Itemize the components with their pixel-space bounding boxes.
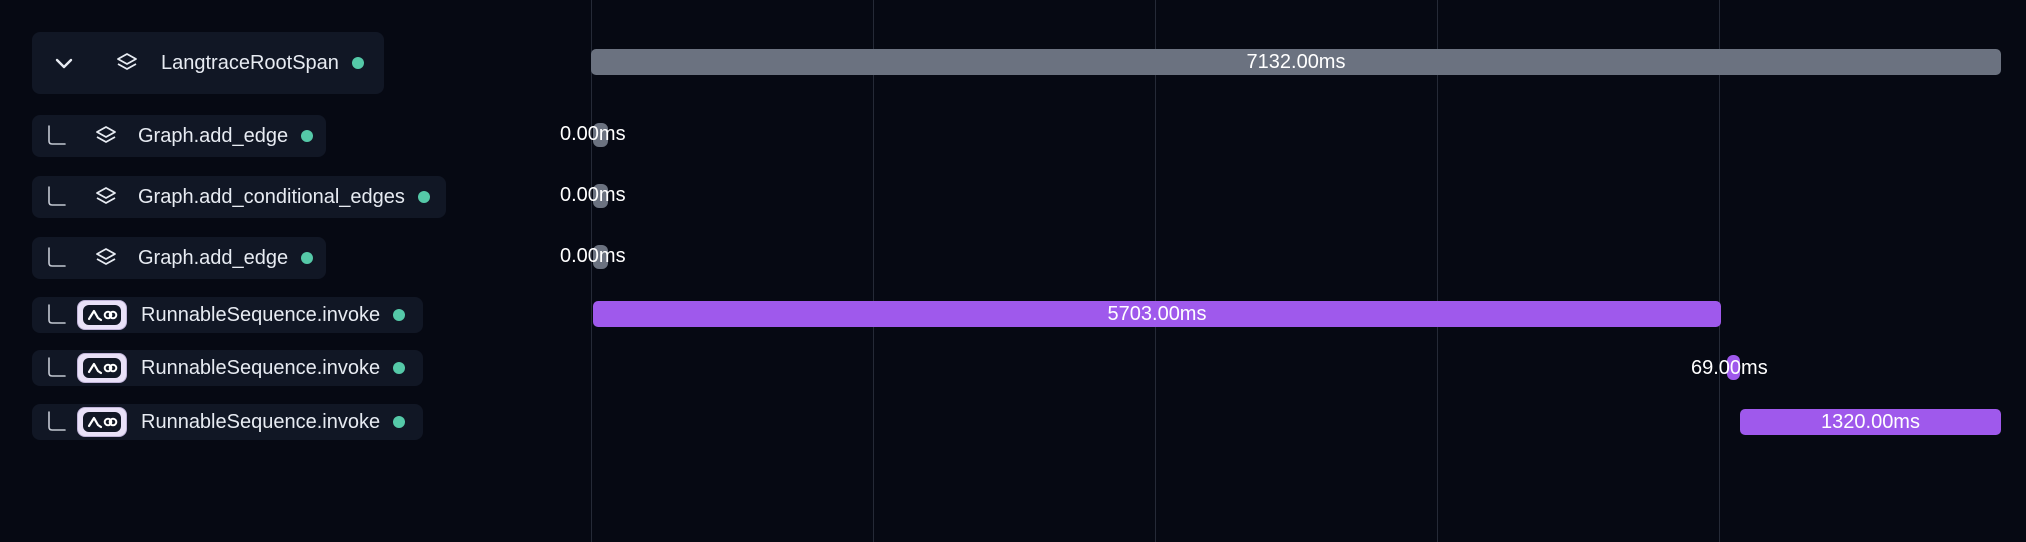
status-dot [393,362,406,374]
span-duration-label: 0.00ms [560,184,626,206]
trace-row-root: LangtraceRootSpan 7132.00ms [0,0,2026,110]
trace-row-child: RunnableSequence.invoke 1320.00ms [0,400,2026,454]
span-label-text: RunnableSequence.invoke [141,356,381,379]
span-duration-label: 69.00ms [1691,357,1768,379]
layers-icon [94,124,118,148]
span-label-runnable-sequence-invoke[interactable]: RunnableSequence.invoke [32,297,423,333]
tree-branch-icon [45,247,67,269]
span-label-graph-add-edge[interactable]: Graph.add_edge [32,115,326,157]
trace-row-child: RunnableSequence.invoke 5703.00ms [0,292,2026,350]
status-dot [417,191,430,203]
trace-timeline: LangtraceRootSpan 7132.00ms Graph.add_ed… [0,0,2026,542]
trace-row-child: Graph.add_edge 0.00ms [0,110,2026,170]
layers-icon [94,246,118,270]
langchain-icon [77,353,127,383]
span-label-runnable-sequence-invoke[interactable]: RunnableSequence.invoke [32,404,423,440]
tree-branch-icon [45,125,67,147]
tree-branch-icon [45,411,67,433]
span-label-text: Graph.add_edge [138,124,289,147]
span-label-graph-add-conditional-edges[interactable]: Graph.add_conditional_edges [32,176,446,218]
tree-branch-icon [45,304,67,326]
span-label-text: RunnableSequence.invoke [141,303,381,326]
span-duration-label: 0.00ms [560,123,626,145]
span-duration-label: 7132.00ms [1246,51,1346,73]
span-duration-label: 1320.00ms [1821,411,1920,433]
span-label-text: Graph.add_edge [138,246,289,269]
trace-row-child: Graph.add_edge 0.00ms [0,232,2026,292]
span-duration-label: 0.00ms [560,245,626,267]
status-dot [393,309,406,321]
tree-branch-icon [45,186,67,208]
status-dot [393,416,406,428]
status-dot [301,252,314,264]
trace-row-child: RunnableSequence.invoke 69.00ms [0,346,2026,400]
status-dot [351,57,364,69]
span-label-text: RunnableSequence.invoke [141,410,381,433]
langchain-icon [77,300,127,330]
status-dot [301,130,314,142]
span-label-langtrace-root[interactable]: LangtraceRootSpan [32,32,384,94]
span-label-text: LangtraceRootSpan [161,51,339,74]
langchain-icon [77,407,127,437]
tree-branch-icon [45,357,67,379]
span-label-graph-add-edge[interactable]: Graph.add_edge [32,237,326,279]
trace-row-child: Graph.add_conditional_edges 0.00ms [0,171,2026,231]
span-duration-label: 5703.00ms [1107,303,1207,325]
span-label-text: Graph.add_conditional_edges [138,185,405,208]
layers-icon [94,185,118,209]
layers-icon [115,51,139,75]
chevron-down-icon[interactable] [51,50,77,76]
span-label-runnable-sequence-invoke[interactable]: RunnableSequence.invoke [32,350,423,386]
